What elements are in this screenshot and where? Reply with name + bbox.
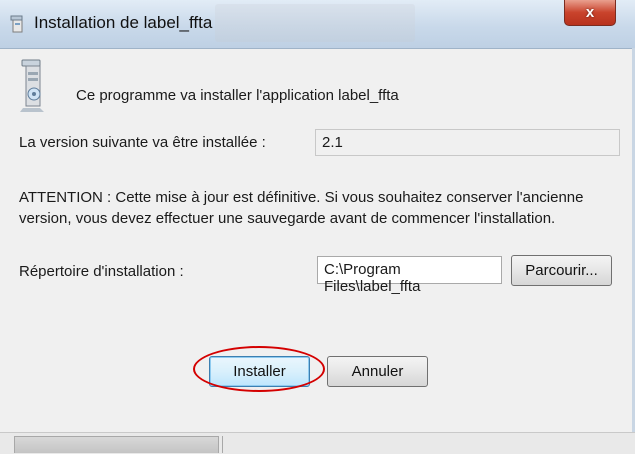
window-title: Installation de label_ffta [34,13,213,32]
installer-icon [10,15,23,33]
close-icon: x [585,4,595,21]
background-window-blur [215,4,415,42]
install-dir-label: Répertoire d'installation : [19,263,184,280]
install-dir-input[interactable]: C:\Program Files\label_ffta [317,256,502,295]
browse-button[interactable]: Parcourir... [511,255,612,286]
version-field: 2.1 [315,129,620,156]
intro-text: Ce programme va installer l'application … [76,87,399,104]
title-bar[interactable]: Installation de label_ffta [0,0,635,49]
install-button[interactable]: Installer [209,356,310,387]
cancel-button[interactable]: Annuler [327,356,428,387]
status-segment [14,436,219,453]
version-label: La version suivante va être installée : [19,134,266,151]
setup-computer-icon [20,59,44,112]
warning-text: ATTENTION : Cette mise à jour est défini… [19,189,584,227]
close-button[interactable]: x [564,0,616,26]
status-divider [222,436,223,453]
